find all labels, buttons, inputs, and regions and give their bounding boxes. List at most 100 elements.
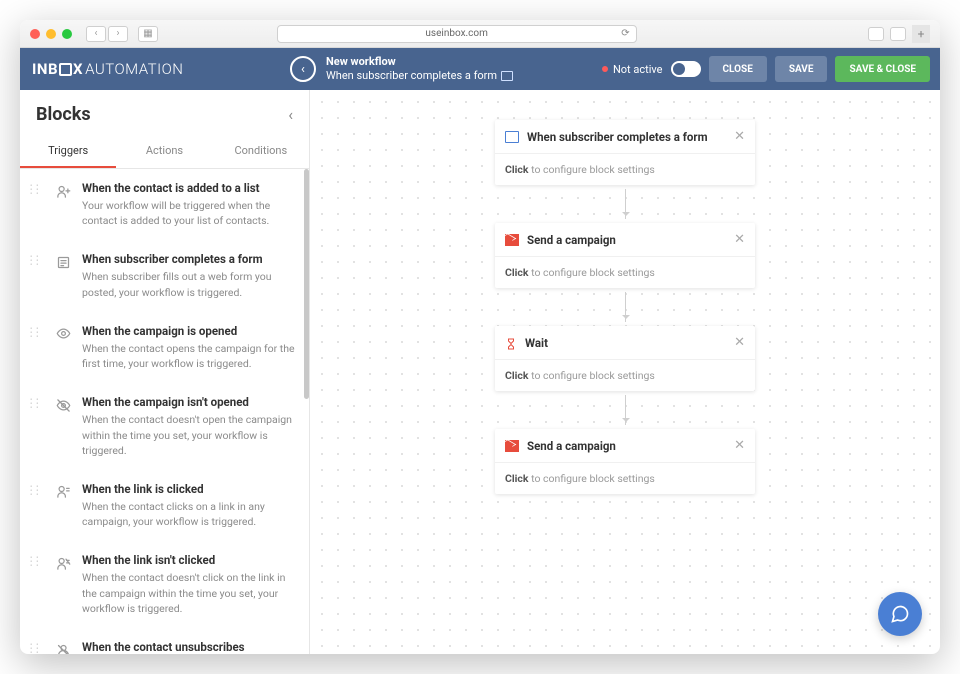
remove-node-icon[interactable]: ✕ <box>734 438 745 453</box>
trigger-title: When the contact unsubscribes <box>82 640 295 654</box>
mail-icon <box>505 440 519 452</box>
form-icon <box>501 71 513 81</box>
app-logo: INBXAUTOMATION <box>20 60 290 78</box>
trigger-title: When the campaign isn't opened <box>82 395 295 409</box>
browser-window: ‹ › ▦ useinbox.com ⟳ + INBXAUTOMATION ‹ … <box>20 20 940 654</box>
nav-back-button[interactable]: ‹ <box>86 26 106 42</box>
tabs-icon[interactable] <box>890 27 906 41</box>
chat-fab[interactable] <box>878 592 922 636</box>
remove-node-icon[interactable]: ✕ <box>734 232 745 247</box>
trigger-title: When the link isn't clicked <box>82 553 295 567</box>
trigger-desc: When the contact clicks on a link in any… <box>82 499 295 529</box>
connector <box>625 189 626 219</box>
trigger-item[interactable]: • •• •• • When the contact is added to a … <box>20 169 309 240</box>
unsub-icon <box>54 641 72 654</box>
flow-node[interactable]: Send a campaign✕Click to configure block… <box>495 429 755 494</box>
eye-off-icon <box>54 396 72 414</box>
trigger-title: When the campaign is opened <box>82 324 295 338</box>
logo-bold: INB <box>32 60 58 78</box>
hourglass-icon <box>505 336 517 350</box>
drag-handle-icon[interactable]: • •• •• • <box>30 395 44 458</box>
trigger-item[interactable]: • •• •• • When the campaign isn't opened W… <box>20 383 309 470</box>
node-hint: Click to configure block settings <box>495 257 755 288</box>
node-title: When subscriber completes a form <box>527 130 726 144</box>
save-close-button[interactable]: SAVE & CLOSE <box>835 56 930 82</box>
remove-node-icon[interactable]: ✕ <box>734 335 745 350</box>
trigger-desc: Your workflow will be triggered when the… <box>82 198 295 228</box>
nav-sidebar-button[interactable]: ▦ <box>138 26 158 42</box>
form-icon <box>54 253 72 271</box>
workflow-title: New workflow <box>326 55 513 69</box>
connector <box>625 292 626 322</box>
flow-node[interactable]: When subscriber completes a form ✕ Click t… <box>495 120 755 185</box>
logo-x: X <box>73 60 83 78</box>
trigger-desc: When the contact opens the campaign for … <box>82 341 295 371</box>
status-dot-icon <box>602 66 608 72</box>
sidebar-title: Blocks <box>36 104 91 125</box>
trigger-title: When the link is clicked <box>82 482 295 496</box>
node-hint: Click to configure block settings <box>495 154 755 185</box>
trigger-item[interactable]: • •• •• • When the link is clicked When th… <box>20 470 309 541</box>
workflow-canvas[interactable]: When subscriber completes a form ✕ Click t… <box>310 90 940 654</box>
drag-handle-icon[interactable]: • •• •• • <box>30 482 44 529</box>
drag-handle-icon[interactable]: • •• •• • <box>30 640 44 654</box>
close-button[interactable]: CLOSE <box>709 56 767 82</box>
trigger-desc: When subscriber fills out a web form you… <box>82 269 295 299</box>
link-icon <box>54 483 72 501</box>
form-icon <box>505 131 519 143</box>
window-close-dot[interactable] <box>30 29 40 39</box>
tab-conditions[interactable]: Conditions <box>213 135 309 168</box>
save-button[interactable]: SAVE <box>775 56 828 82</box>
trigger-item[interactable]: • •• •• • When the link isn't clicked When… <box>20 541 309 628</box>
window-max-dot[interactable] <box>62 29 72 39</box>
status-indicator: Not active <box>602 63 663 76</box>
share-icon[interactable] <box>868 27 884 41</box>
app-header: INBXAUTOMATION ‹ New workflow When subsc… <box>20 48 940 90</box>
trigger-title: When subscriber completes a form <box>82 252 295 266</box>
user-add-icon <box>54 182 72 200</box>
node-hint: Click to configure block settings <box>495 360 755 391</box>
workflow-heading: New workflow When subscriber completes a… <box>326 55 513 84</box>
drag-handle-icon[interactable]: • •• •• • <box>30 324 44 371</box>
app-body: Blocks ‹ Triggers Actions Conditions • •… <box>20 90 940 654</box>
new-tab-button[interactable]: + <box>912 25 930 43</box>
sidebar-tabs: Triggers Actions Conditions <box>20 135 309 169</box>
trigger-title: When the contact is added to a list <box>82 181 295 195</box>
flow-node[interactable]: Send a campaign ✕ Click to configure block… <box>495 223 755 288</box>
workflow-subtitle: When subscriber completes a form <box>326 69 497 83</box>
tab-triggers[interactable]: Triggers <box>20 135 116 168</box>
connector <box>625 395 626 425</box>
node-title: Send a campaign <box>527 233 726 247</box>
drag-handle-icon[interactable]: • •• •• • <box>30 553 44 616</box>
trigger-desc: When the contact doesn't click on the li… <box>82 570 295 616</box>
remove-node-icon[interactable]: ✕ <box>734 129 745 144</box>
active-toggle[interactable] <box>671 61 701 77</box>
eye-icon <box>54 325 72 343</box>
collapse-sidebar-icon[interactable]: ‹ <box>288 105 293 124</box>
browser-titlebar: ‹ › ▦ useinbox.com ⟳ + <box>20 20 940 48</box>
node-title: Wait <box>525 336 726 350</box>
flow-column: When subscriber completes a form ✕ Click t… <box>495 120 755 494</box>
trigger-list[interactable]: • •• •• • When the contact is added to a … <box>20 169 309 654</box>
tab-actions[interactable]: Actions <box>116 135 212 168</box>
url-text: useinbox.com <box>425 28 487 39</box>
nav-forward-button[interactable]: › <box>108 26 128 42</box>
chat-icon <box>890 604 910 624</box>
trigger-desc: When the contact doesn't open the campai… <box>82 412 295 458</box>
status-label: Not active <box>613 63 663 76</box>
node-title: Send a campaign <box>527 439 726 453</box>
mail-icon <box>505 234 519 246</box>
address-bar[interactable]: useinbox.com ⟳ <box>277 25 637 43</box>
sidebar: Blocks ‹ Triggers Actions Conditions • •… <box>20 90 310 654</box>
trigger-item[interactable]: • •• •• • When subscriber completes a for… <box>20 240 309 311</box>
drag-handle-icon[interactable]: • •• •• • <box>30 181 44 228</box>
link-off-icon <box>54 554 72 572</box>
window-min-dot[interactable] <box>46 29 56 39</box>
reload-icon[interactable]: ⟳ <box>621 28 629 39</box>
scrollbar[interactable] <box>304 169 309 399</box>
trigger-item[interactable]: • •• •• • When the contact unsubscribes <box>20 628 309 654</box>
drag-handle-icon[interactable]: • •• •• • <box>30 252 44 299</box>
flow-node[interactable]: Wait ✕ Click to configure block settings <box>495 326 755 391</box>
back-button[interactable]: ‹ <box>290 56 316 82</box>
trigger-item[interactable]: • •• •• • When the campaign is opened When… <box>20 312 309 383</box>
